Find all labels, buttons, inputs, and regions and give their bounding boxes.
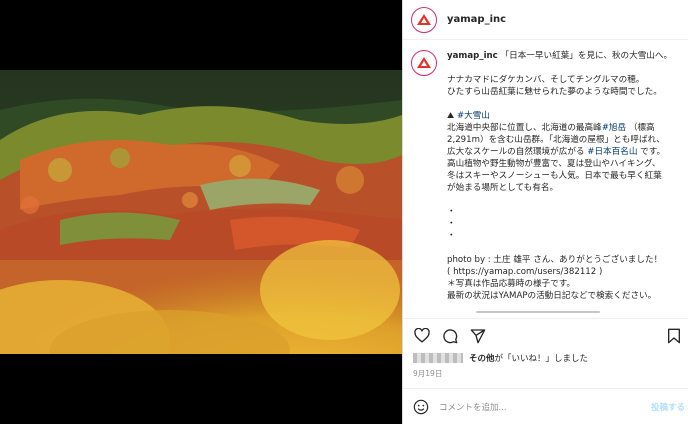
yamap-logo-icon xyxy=(417,57,431,68)
liker-avatars-blurred xyxy=(413,353,463,363)
caption-credit-3: ＊写真は作品応募時の様子です。 xyxy=(447,279,576,289)
yamap-logo-icon xyxy=(417,13,431,25)
post-photo[interactable] xyxy=(0,70,402,354)
caption-avatar[interactable] xyxy=(411,50,437,76)
likes-summary: その他 が「いいね！」しました xyxy=(413,352,588,364)
media-panel xyxy=(0,0,402,424)
post-header: yamap_inc xyxy=(403,0,688,40)
caption-desc-3: 広大なスケールの自然環境が広がる xyxy=(447,147,585,157)
bookmark-button[interactable] xyxy=(665,327,683,345)
caption-dot: ・ xyxy=(447,219,456,229)
caption-desc-1b: （標高 xyxy=(628,123,655,133)
comment-icon xyxy=(443,328,458,343)
caption-title: 「日本一早い紅葉」を見に、秋の大雪山へ。 xyxy=(500,51,673,61)
post-comment-button[interactable]: 投稿する xyxy=(651,401,685,413)
caption-desc-1: 北海道中央部に位置し、北海道の最高峰 xyxy=(447,123,602,133)
caption-desc-4: 高山植物や野生動物が豊富で、夏は登山やハイキング、 xyxy=(447,159,661,169)
caption-area: yamap_inc 「日本一早い紅葉」を見に、秋の大雪山へ。 ナナカマドにダケカ… xyxy=(403,40,688,318)
emoji-icon[interactable] xyxy=(413,399,429,415)
caption-intro-1: ナナカマドにダケカンバ、そしてチングルマの穂。 xyxy=(447,75,645,85)
caption-desc-6: が始まる場所としても有名。 xyxy=(447,183,559,193)
comment-button[interactable] xyxy=(441,327,459,345)
share-button[interactable] xyxy=(469,327,487,345)
bookmark-icon xyxy=(668,328,680,344)
comment-bar: コメントを追加... 投稿する xyxy=(403,388,688,424)
post-date[interactable]: 9月19日 xyxy=(413,368,442,379)
avatar[interactable] xyxy=(411,6,437,33)
like-button[interactable] xyxy=(413,327,431,345)
caption-desc-3b: です。 xyxy=(640,147,666,157)
post-side-panel: yamap_inc yamap_inc 「日本一早い紅葉」を見に、秋の大雪山へ。… xyxy=(402,0,688,424)
hashtag-hyakumeizan[interactable]: #日本百名山 xyxy=(587,147,637,157)
caption-dot: ・ xyxy=(447,207,456,217)
caption-text: yamap_inc 「日本一早い紅葉」を見に、秋の大雪山へ。 ナナカマドにダケカ… xyxy=(447,50,679,302)
likes-text: が「いいね！」しました xyxy=(494,354,589,364)
caption-desc-2: 2,291m）を含む山岳群。「北海道の屋根」とも呼ばれ、 xyxy=(447,135,665,145)
mountain-icon: ⛰ xyxy=(447,111,455,121)
action-bar xyxy=(403,318,688,352)
heart-icon xyxy=(414,328,430,343)
caption-scrollbar[interactable] xyxy=(476,311,600,313)
caption-desc-5: 冬はスキーやスノーシューも人気。日本で最も早く紅葉 xyxy=(447,171,662,181)
header-username[interactable]: yamap_inc xyxy=(447,14,506,25)
share-icon xyxy=(470,328,486,343)
autumn-mountain-photo xyxy=(0,70,402,354)
caption-username[interactable]: yamap_inc xyxy=(447,51,498,61)
caption-credit-1: photo by : 土庄 雄平 さん、ありがとうございました！ xyxy=(447,255,663,265)
caption-credit-4: 最新の状況はYAMAPの活動日記などで検索ください。 xyxy=(447,291,657,301)
caption-dot: ・ xyxy=(447,231,456,241)
hashtag-daisetsuzan[interactable]: #大雪山 xyxy=(457,111,490,121)
hashtag-asahidake[interactable]: #旭岳 xyxy=(602,123,626,133)
likes-others[interactable]: その他 xyxy=(469,352,495,364)
caption-intro-2: ひたすら山岳紅葉に魅せられた夢のような時間でした。 xyxy=(447,87,662,97)
comment-input[interactable]: コメントを追加... xyxy=(439,401,507,413)
caption-credit-2[interactable]: ( https://yamap.com/users/382112 ) xyxy=(447,266,679,278)
